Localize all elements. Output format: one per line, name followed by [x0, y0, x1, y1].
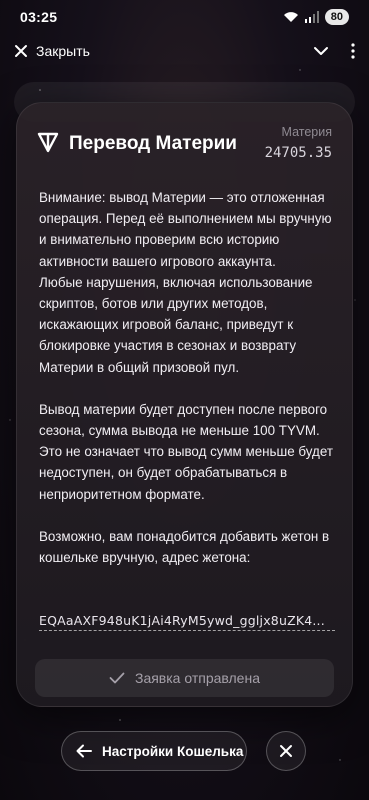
ton-logo-icon: [37, 132, 59, 153]
battery-indicator: 80: [324, 9, 349, 25]
bottom-close-button[interactable]: [266, 731, 306, 771]
close-button[interactable]: Закрыть: [14, 43, 90, 59]
status-time: 03:25: [20, 9, 58, 25]
chevron-down-icon[interactable]: [313, 46, 329, 56]
arrow-left-icon: [76, 744, 92, 758]
balance-label: Материя: [281, 125, 332, 139]
more-vertical-icon[interactable]: [351, 43, 355, 59]
notice-text: Внимание: вывод Материи — это отложенная…: [39, 187, 335, 568]
card-title: Перевод Материи: [69, 133, 237, 154]
signal-icon: [304, 11, 319, 23]
request-sent-label: Заявка отправлена: [134, 670, 260, 686]
notice-paragraph: Вывод материи будет доступен после перво…: [39, 401, 333, 502]
status-icons: 80: [283, 9, 349, 25]
top-bar: Закрыть: [0, 38, 369, 64]
token-address-link[interactable]: EQAaAXF948uK1jAi4RyM5ywd_ggljx8uZK4...: [39, 613, 335, 631]
status-bar: 03:25 80: [0, 0, 369, 34]
wifi-icon: [283, 12, 298, 22]
close-icon: [15, 45, 27, 57]
transfer-card: Перевод Материи Материя 24705.35 Внимани…: [16, 102, 353, 707]
close-icon: [280, 745, 292, 757]
close-label: Закрыть: [36, 43, 90, 59]
checkmark-icon: [109, 672, 125, 684]
card-header: Перевод Материи Материя 24705.35: [37, 125, 332, 165]
wallet-settings-button[interactable]: Настройки Кошелька: [61, 731, 247, 771]
wallet-settings-label: Настройки Кошелька: [102, 743, 244, 759]
notice-paragraph: Внимание: вывод Материи — это отложенная…: [39, 190, 332, 375]
notice-paragraph: Возможно, вам понадобится добавить жетон…: [39, 528, 330, 566]
top-actions: [313, 43, 355, 59]
balance-value: 24705.35: [264, 145, 332, 161]
request-sent-button[interactable]: Заявка отправлена: [35, 659, 334, 697]
